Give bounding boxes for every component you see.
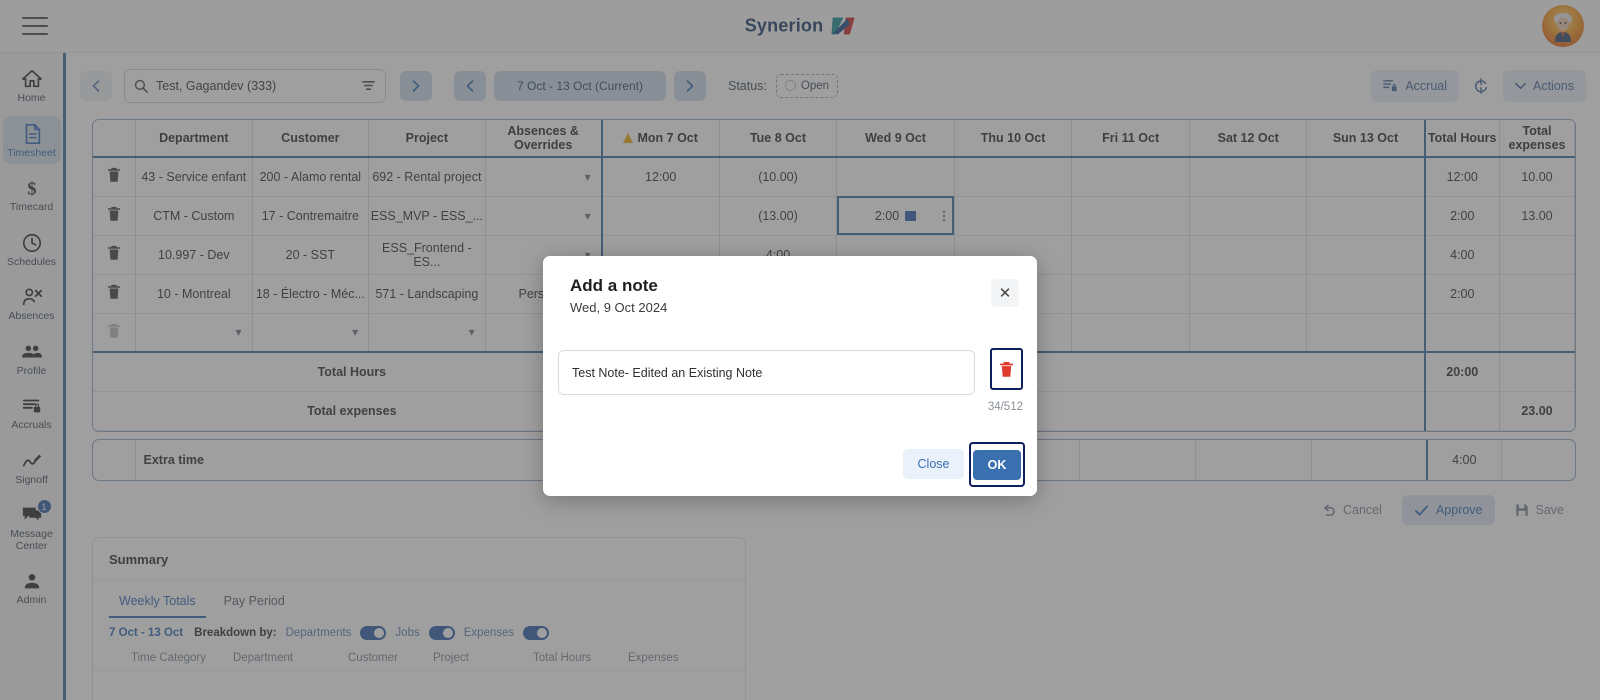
modal-subtitle: Wed, 9 Oct 2024 (570, 300, 668, 315)
char-counter: 34/512 (987, 401, 1023, 413)
modal-title: Add a note (570, 276, 658, 295)
ok-button[interactable]: OK (969, 442, 1025, 487)
trash-icon (1000, 361, 1013, 377)
add-note-modal: Add a note Wed, 9 Oct 2024 ✕ 34/512 Clos… (543, 256, 1037, 496)
note-input[interactable] (558, 350, 975, 395)
close-button[interactable]: Close (903, 449, 964, 479)
close-icon[interactable]: ✕ (991, 279, 1019, 307)
delete-note-button[interactable] (990, 348, 1023, 390)
ok-label: OK (973, 449, 1021, 480)
